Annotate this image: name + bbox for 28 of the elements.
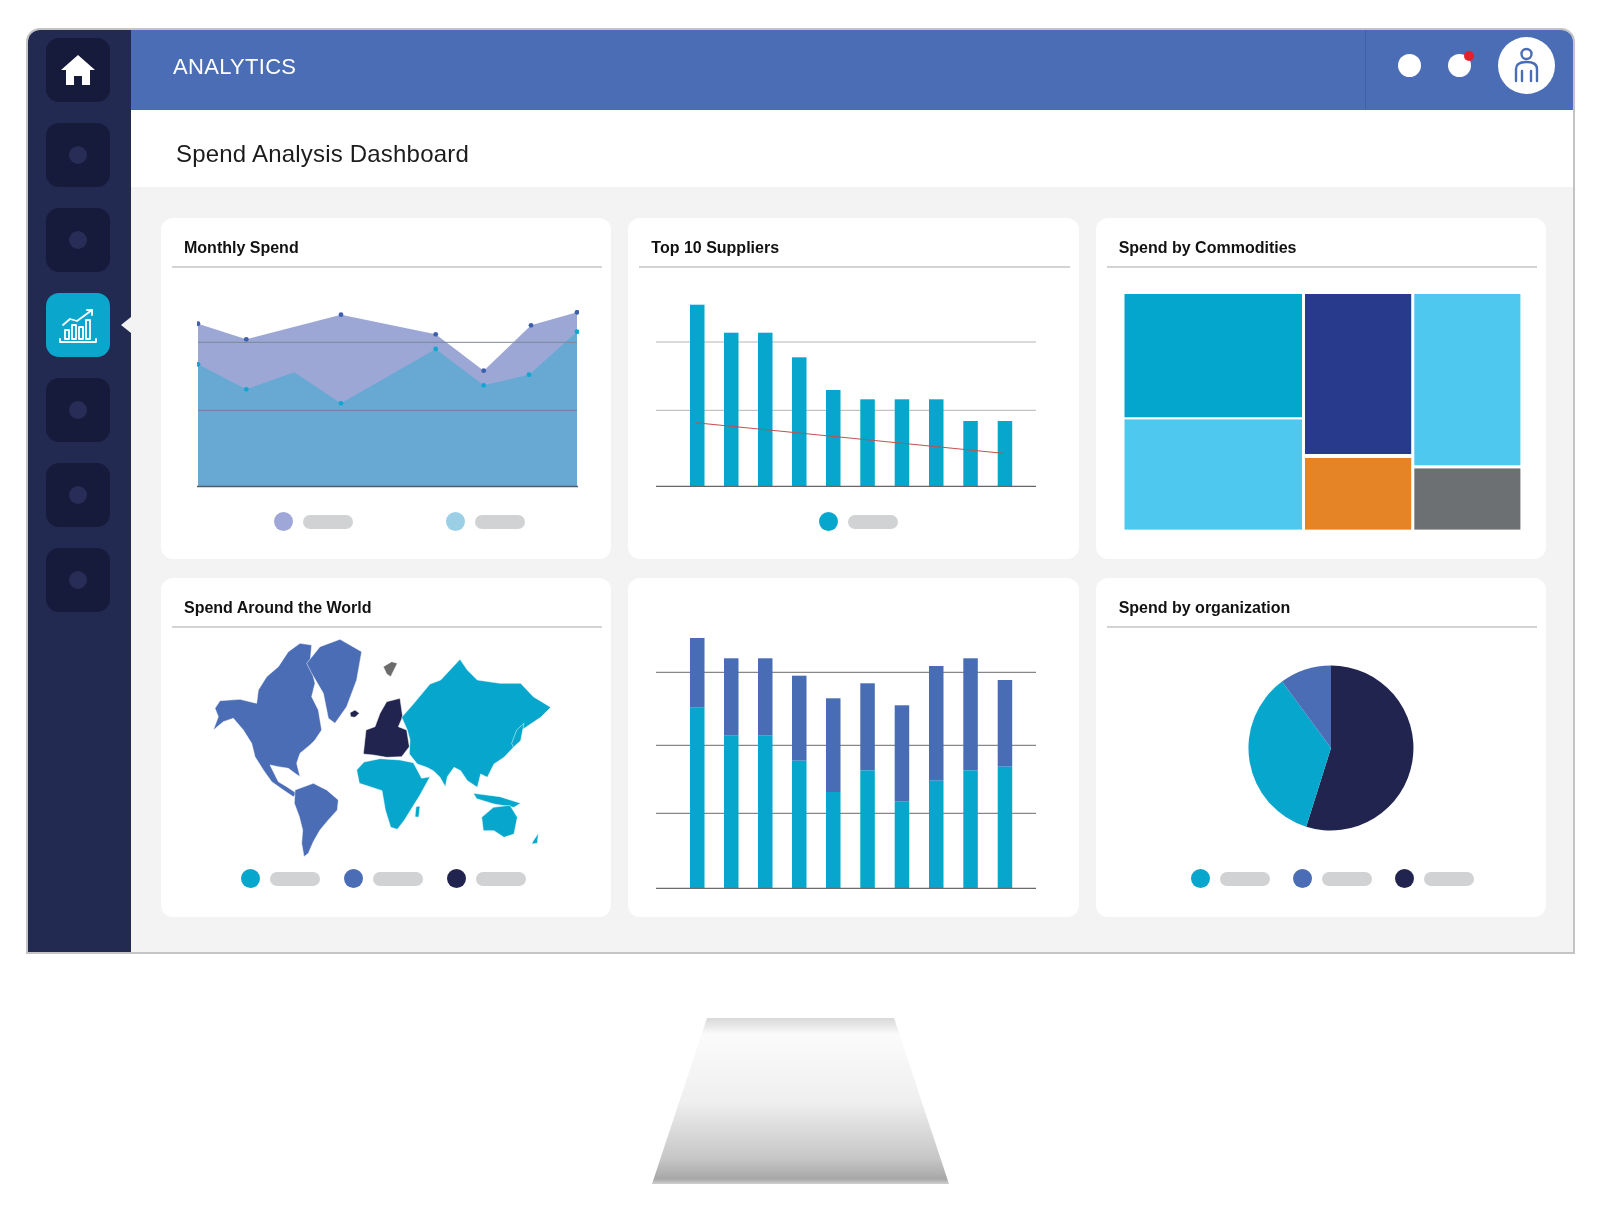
legend-label-placeholder: [1322, 871, 1373, 886]
sidebar-button[interactable]: [46, 38, 110, 102]
legend-label-placeholder: [302, 514, 353, 529]
dot-icon: [69, 486, 87, 504]
card-title: Spend by organization: [1118, 599, 1291, 617]
legend-label-placeholder: [848, 514, 899, 529]
home-icon: [61, 55, 95, 85]
card-title: Spend by Commodities: [1118, 239, 1297, 257]
dot-icon: [69, 401, 87, 419]
sidebar-button[interactable]: [46, 293, 110, 357]
card-title: Monthly Spend: [184, 239, 299, 257]
dot-icon: [69, 231, 87, 249]
legend-label-placeholder: [475, 871, 526, 886]
card-title: Spend Around the World: [184, 599, 372, 617]
avatar-icon[interactable]: [1498, 37, 1555, 94]
legend-label-placeholder: [372, 871, 423, 886]
legend-label-placeholder: [1220, 871, 1271, 886]
legend-label-placeholder: [269, 871, 320, 886]
card-title: Top 10 Suppliers: [651, 239, 780, 257]
app-title: ANALYTICS: [173, 54, 297, 80]
dot-icon: [69, 146, 87, 164]
dot-icon: [69, 571, 87, 589]
legend-label-placeholder: [1424, 871, 1475, 886]
chart-icon: [59, 307, 97, 343]
dot-icon[interactable]: [1448, 54, 1471, 77]
dot-icon[interactable]: [1398, 54, 1421, 77]
legend-label-placeholder: [474, 514, 525, 529]
page-title: Spend Analysis Dashboard: [176, 139, 469, 168]
